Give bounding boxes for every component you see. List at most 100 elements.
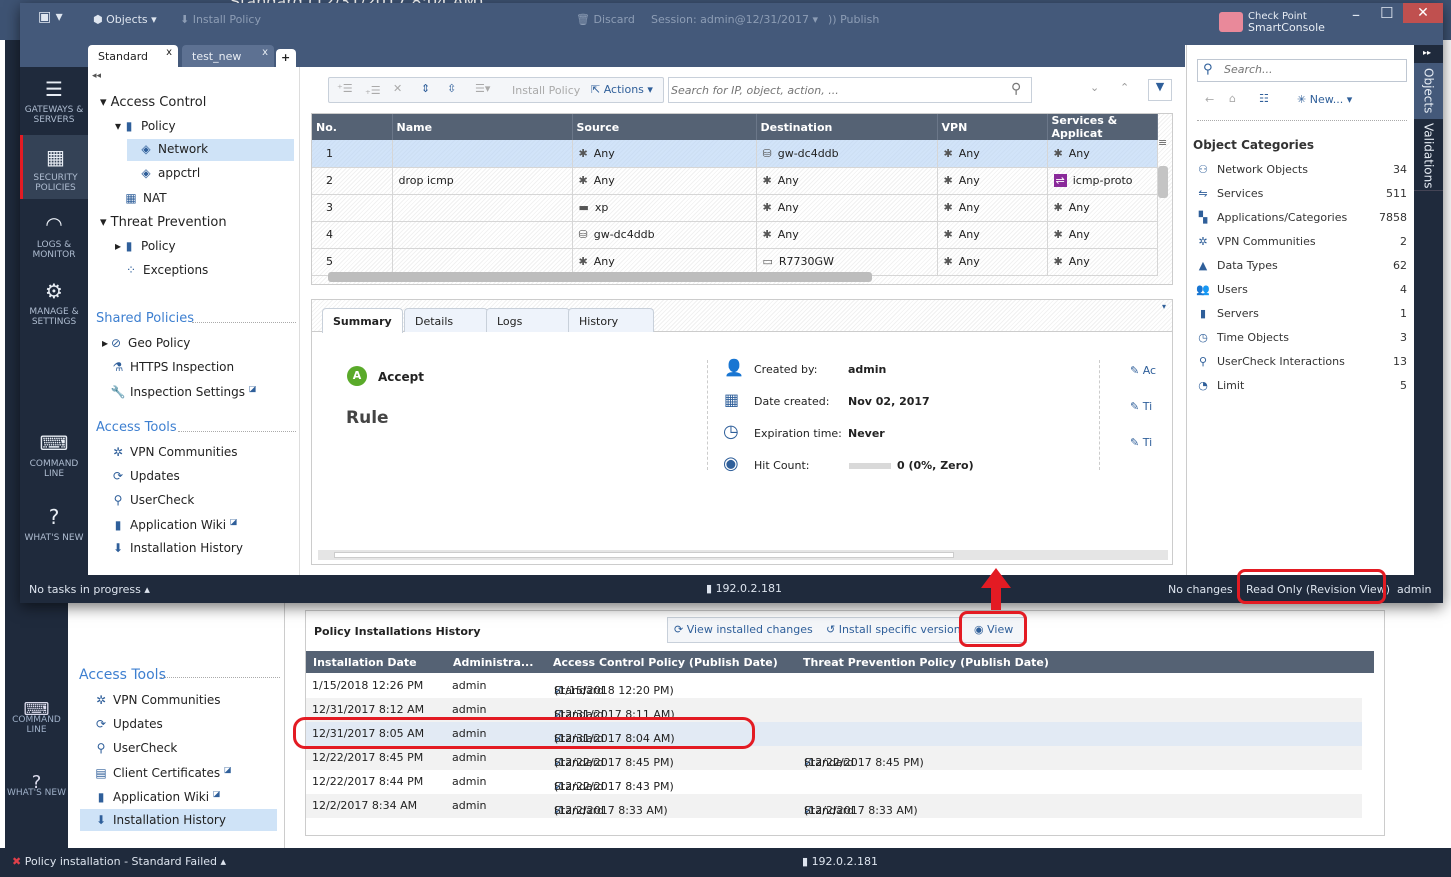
tree-threat-prevention[interactable]: ▾ Threat Prevention bbox=[100, 215, 227, 230]
add-rule-below-icon[interactable]: ₊☰ bbox=[365, 84, 381, 97]
horizontal-scrollbar[interactable] bbox=[328, 272, 872, 282]
nav-command-line[interactable]: ⌨ COMMAND LINE bbox=[20, 431, 88, 479]
object-category-item[interactable]: ⇋ Services 511 bbox=[1195, 187, 1407, 203]
close-button[interactable]: ✕ bbox=[1403, 3, 1443, 23]
cell-source[interactable]: ▬ xp bbox=[572, 194, 757, 222]
minimize-button[interactable]: – bbox=[1352, 5, 1360, 24]
col-name[interactable]: Name bbox=[392, 114, 573, 140]
new-object-button[interactable]: ✳ New... ▾ bbox=[1297, 93, 1352, 106]
tree-item-usercheck[interactable]: ⚲ UserCheck bbox=[93, 741, 178, 755]
cell-vpn[interactable]: ✱ Any bbox=[937, 221, 1048, 249]
history-row[interactable]: 12/22/2017 8:45 PM admin ✓ Standard (12/22/… bbox=[306, 746, 1362, 770]
actions-menu[interactable]: ⇱ Actions ▾ bbox=[591, 83, 653, 96]
cell-vpn[interactable]: ✱ Any bbox=[937, 167, 1048, 195]
tree-installation-history[interactable]: ⬇ Installation History bbox=[110, 541, 243, 555]
cell-source[interactable]: ✱ Any bbox=[572, 140, 757, 168]
tab-logs[interactable]: Logs bbox=[486, 308, 570, 332]
object-category-item[interactable]: ▚ Applications/Categories 7858 bbox=[1195, 211, 1407, 227]
cell-destination[interactable]: ⛁ gw-dc4ddb bbox=[756, 140, 938, 168]
session-menu[interactable]: Session: admin@12/31/2017 ▾ bbox=[651, 13, 818, 26]
cell-services[interactable]: ⇌ icmp-proto bbox=[1047, 167, 1158, 195]
install-specific-version-button[interactable]: ↺ Install specific version bbox=[826, 623, 961, 636]
tree-item-installation-history[interactable]: ⬇ Installation History bbox=[80, 809, 277, 831]
search-icon[interactable]: ⚲ bbox=[1011, 81, 1021, 97]
tab-summary[interactable]: Summary bbox=[322, 308, 403, 333]
object-category-item[interactable]: 👥 Users 4 bbox=[1195, 283, 1407, 299]
collapse-icon[interactable]: ⇳ bbox=[447, 82, 456, 95]
expand-icon[interactable]: ⇕ bbox=[421, 82, 430, 95]
tree-item-client-certificates[interactable]: ▤ Client Certificates ◪ bbox=[93, 765, 231, 780]
install-policy-button[interactable]: ⬇ Install Policy bbox=[180, 13, 261, 26]
cell-name[interactable] bbox=[392, 221, 573, 249]
cell-destination[interactable]: ▭ R7730GW bbox=[756, 248, 938, 276]
filter-icon[interactable]: ▼ bbox=[1148, 79, 1172, 101]
history-row[interactable]: 12/2/2017 8:34 AM admin ✓ Standard (12/2/20… bbox=[306, 794, 1362, 818]
rule-row[interactable]: 2 drop icmp ✱ Any ✱ Any ✱ Any ⇌ icmp-proto bbox=[312, 167, 1158, 195]
object-search-input[interactable] bbox=[1224, 63, 1394, 76]
publish-button[interactable]: )) Publish bbox=[828, 13, 879, 26]
rule-row[interactable]: 1 ✱ Any ⛁ gw-dc4ddb ✱ Any ✱ Any bbox=[312, 140, 1158, 168]
tree-item-vpn-communities[interactable]: ✲ VPN Communities bbox=[93, 693, 221, 707]
tree-item-application-wiki[interactable]: ▮ Application Wiki ◪ bbox=[93, 789, 221, 804]
delete-icon[interactable]: ✕ bbox=[393, 82, 402, 95]
cell-name[interactable]: drop icmp bbox=[392, 167, 573, 195]
rule-row[interactable]: 3 ▬ xp ✱ Any ✱ Any ✱ Any bbox=[312, 194, 1158, 222]
object-category-item[interactable]: ◷ Time Objects 3 bbox=[1195, 331, 1407, 347]
note-item[interactable]: ✎ Ti bbox=[1130, 436, 1152, 449]
tree-access-control[interactable]: ▾ Access Control bbox=[100, 95, 206, 110]
cell-destination[interactable]: ✱ Any bbox=[756, 167, 938, 195]
cell-source[interactable]: ✱ Any bbox=[572, 248, 757, 276]
cell-services[interactable]: ✱ Any bbox=[1047, 221, 1158, 249]
maximize-button[interactable]: ☐ bbox=[1380, 4, 1393, 22]
list-view-icon[interactable]: ☷ bbox=[1259, 92, 1269, 105]
expand-panel-icon[interactable]: ▸▸ bbox=[1423, 48, 1431, 57]
cell-source[interactable]: ✱ Any bbox=[572, 167, 757, 195]
object-category-item[interactable]: ◔ Limit 5 bbox=[1195, 379, 1407, 395]
nav-whats-new[interactable]: ? WHAT'S NEW bbox=[5, 774, 68, 799]
note-item[interactable]: ✎ Ac bbox=[1130, 364, 1156, 377]
cell-vpn[interactable]: ✱ Any bbox=[937, 140, 1048, 168]
cell-source[interactable]: ⛁ gw-dc4ddb bbox=[572, 221, 757, 249]
tab-validations[interactable]: Validations bbox=[1414, 121, 1443, 191]
cell-services[interactable]: ✱ Any bbox=[1047, 140, 1158, 168]
tree-nat[interactable]: ▦ NAT bbox=[123, 191, 166, 205]
nav-gateways-servers[interactable]: ☰ GATEWAYS & SERVERS bbox=[20, 77, 88, 125]
column-menu-icon[interactable]: ≡ bbox=[1158, 136, 1167, 149]
col-destination[interactable]: Destination bbox=[756, 114, 938, 140]
cell-services[interactable]: ✱ Any bbox=[1047, 194, 1158, 222]
sections-icon[interactable]: ☰▾ bbox=[475, 82, 490, 95]
object-category-item[interactable]: ▲ Data Types 62 bbox=[1195, 259, 1407, 275]
tree-usercheck[interactable]: ⚲ UserCheck bbox=[110, 493, 195, 507]
tree-inspection-settings[interactable]: 🔧 Inspection Settings ◪ bbox=[110, 384, 257, 399]
app-menu-icon[interactable]: ▣ ▾ bbox=[38, 9, 63, 25]
col-vpn[interactable]: VPN bbox=[937, 114, 1048, 140]
add-rule-above-icon[interactable]: ⁺☰ bbox=[337, 82, 353, 95]
cell-destination[interactable]: ✱ Any bbox=[756, 221, 938, 249]
objects-menu[interactable]: ⬢ Objects ▾ bbox=[93, 13, 157, 26]
install-policy-button[interactable]: Install Policy bbox=[512, 84, 580, 97]
previous-icon[interactable]: ⌃ bbox=[1120, 81, 1129, 94]
home-icon[interactable]: ⌂ bbox=[1229, 92, 1236, 105]
discard-button[interactable]: 🗑 Discard bbox=[576, 13, 635, 26]
note-item[interactable]: ✎ Ti bbox=[1130, 400, 1152, 413]
cell-destination[interactable]: ✱ Any bbox=[756, 194, 938, 222]
cell-name[interactable] bbox=[392, 194, 573, 222]
tree-updates[interactable]: ⟳ Updates bbox=[110, 469, 180, 483]
rule-row[interactable]: 4 ⛁ gw-dc4ddb ✱ Any ✱ Any ✱ Any bbox=[312, 221, 1158, 249]
cell-no[interactable]: 1 bbox=[312, 140, 393, 168]
tree-appctrl[interactable]: ◈ appctrl bbox=[138, 166, 200, 180]
tree-network[interactable]: ◈ Network bbox=[138, 142, 208, 156]
nav-whats-new[interactable]: ? WHAT'S NEW bbox=[20, 505, 88, 543]
tree-item-updates[interactable]: ⟳ Updates bbox=[93, 717, 163, 731]
object-category-item[interactable]: ✲ VPN Communities 2 bbox=[1195, 235, 1407, 251]
cell-no[interactable]: 5 bbox=[312, 248, 393, 276]
tab-history[interactable]: History bbox=[568, 308, 654, 332]
col-services[interactable]: Services & Applicat bbox=[1047, 114, 1158, 140]
tree-tp-policy[interactable]: ▸ ▮ Policy bbox=[115, 239, 176, 253]
object-category-item[interactable]: ▮ Servers 1 bbox=[1195, 307, 1407, 323]
tab-objects[interactable]: Objects bbox=[1414, 63, 1443, 119]
tree-application-wiki[interactable]: ▮ Application Wiki ◪ bbox=[110, 517, 238, 532]
object-category-item[interactable]: ⚲ UserCheck Interactions 13 bbox=[1195, 355, 1407, 371]
collapse-panel-icon[interactable]: ◂◂ bbox=[92, 71, 101, 81]
tab-details[interactable]: Details bbox=[404, 308, 488, 332]
